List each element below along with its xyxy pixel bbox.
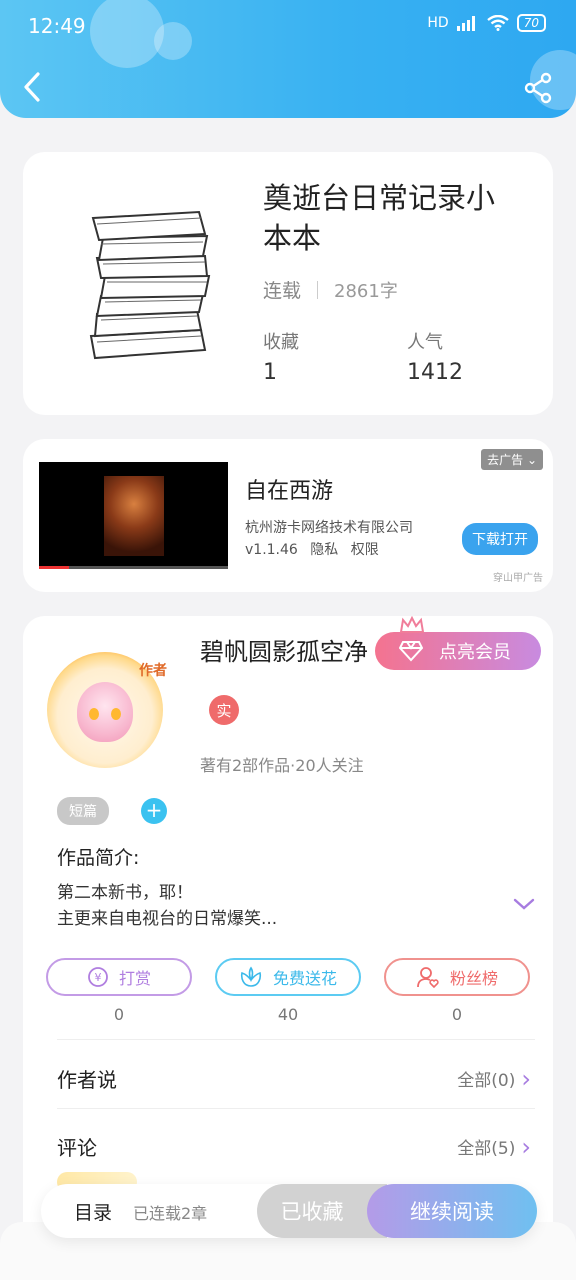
flower-count: 40 [277,1005,299,1024]
divider [57,1039,535,1040]
chevron-right-icon: › [521,1064,531,1093]
ad-company: 杭州游卡网络技术有限公司 [245,520,413,536]
meta-divider [317,280,319,299]
flower-icon [240,966,262,987]
back-icon[interactable] [20,70,44,104]
decor-bubble [90,0,164,68]
status-time: 12:49 [28,14,86,38]
genre-tag[interactable]: 短篇 [57,797,109,825]
fans-rank-button[interactable]: 粉丝榜 [384,958,530,996]
network-label: HD [427,15,449,31]
chevron-right-icon: › [521,1132,531,1161]
expand-chevron-icon[interactable] [513,896,535,912]
work-detail-card: 作者 碧帆圆影孤空净 点亮会员 实 著有2部作品·20人关注 短篇 + 作品简介… [23,616,553,1280]
author-name[interactable]: 碧帆圆影孤空净 [200,632,368,667]
popularity-value: 1412 [407,360,463,385]
crown-icon [399,616,425,633]
ad-permission-link[interactable]: 权限 [351,542,379,558]
ad-poster [104,476,164,556]
divider [57,1108,535,1109]
vip-label: 点亮会员 [439,642,511,663]
comments-all-link[interactable]: 全部(5) › [457,1132,531,1161]
comments-all-label: 全部(5) [457,1139,516,1159]
intro-line: 主更来自电视台的日常爆笑... [57,909,278,929]
toc-status: 已连载2章 [133,1204,208,1223]
popularity-label: 人气 [407,332,443,353]
wifi-icon [486,15,509,31]
author-says-all-label: 全部(0) [457,1071,516,1091]
collect-value: 1 [263,360,277,385]
book-meta: 连载 2861字 [263,276,398,303]
vip-button[interactable]: 点亮会员 [375,616,541,670]
author-says-title: 作者说 [57,1068,117,1092]
svg-text:¥: ¥ [94,971,101,984]
fan-user-icon [417,967,439,989]
status-icons: HD 70 [427,14,546,32]
book-status: 连载 [263,280,302,302]
book-info-card: 奠逝台日常记录小本本 连载 2861字 收藏 1 人气 1412 [23,152,553,415]
ad-source: 穿山甲广告 [493,573,543,584]
word-count: 2861字 [334,280,398,302]
intro-line: 第二本新书，耶！ [57,883,193,903]
ad-video-progress [39,566,228,569]
free-flower-button[interactable]: 免费送花 [215,958,361,996]
ad-video[interactable] [39,462,228,569]
book-title: 奠逝台日常记录小本本 [263,181,496,255]
reward-count: 0 [113,1005,125,1024]
header: 12:49 HD 70 [0,0,576,118]
decor-bubble-small [154,22,192,60]
ad-remove-label: 去广告 [487,453,524,467]
free-flower-label: 免费送花 [272,969,337,988]
author-avatar[interactable]: 作者 [47,652,167,768]
ad-card[interactable]: 去广告 ⌄ 自在西游 杭州游卡网络技术有限公司 v1.1.46 隐私 权限 下载… [23,439,553,592]
collected-label: 已收藏 [280,1200,344,1224]
intro-heading: 作品简介: [57,847,140,869]
bottom-action-bar: 目录 已连载2章 已收藏 继续阅读 [41,1184,537,1238]
continue-reading-button[interactable]: 继续阅读 [367,1184,537,1238]
ad-remove-button[interactable]: 去广告 ⌄ [481,449,543,470]
avatar-eye [111,708,121,720]
yen-coin-icon: ¥ [88,967,108,987]
ad-version: v1.1.46 [245,542,298,558]
diamond-icon [399,641,423,662]
author-says-all-link[interactable]: 全部(0) › [457,1064,531,1093]
author-info: 著有2部作品·20人关注 [200,756,364,775]
ad-privacy-link[interactable]: 隐私 [310,542,338,558]
avatar-author-tag: 作者 [139,663,167,679]
fans-rank-label: 粉丝榜 [449,969,498,988]
reward-button[interactable]: ¥ 打赏 [46,958,192,996]
book-cover[interactable] [83,204,219,372]
avatar-eye [89,708,99,720]
intro-text: 第二本新书，耶！ 主更来自电视台的日常爆笑... [57,880,277,932]
ad-meta: v1.1.46 隐私 权限 [245,539,387,559]
comments-title: 评论 [57,1136,97,1160]
signal-icon [456,16,475,31]
fans-count: 0 [451,1005,463,1024]
share-icon[interactable] [522,72,554,104]
avatar-face [77,682,133,742]
battery-icon: 70 [516,14,546,32]
reward-label: 打赏 [118,969,151,988]
ad-app-name: 自在西游 [245,479,334,504]
add-tag-button[interactable]: + [141,798,167,824]
verified-badge: 实 [209,695,239,725]
chevron-down-icon: ⌄ [526,453,537,467]
ad-download-button[interactable]: 下载打开 [462,523,538,555]
collect-label: 收藏 [263,332,299,353]
toc-button[interactable]: 目录 [74,1198,112,1225]
